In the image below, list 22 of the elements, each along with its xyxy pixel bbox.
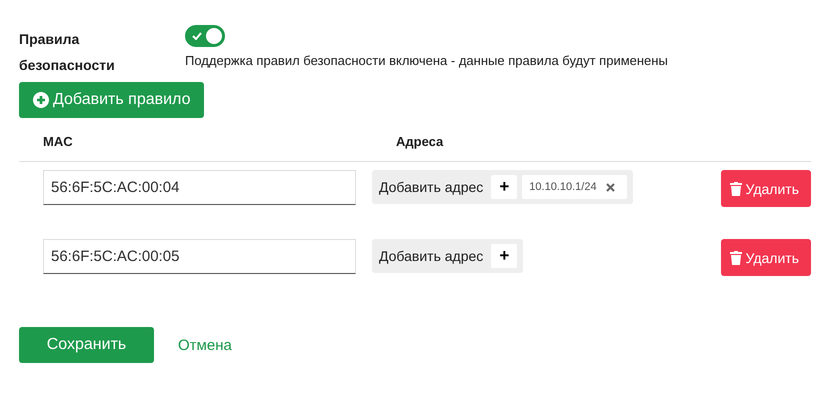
add-address-button[interactable]: + (491, 244, 518, 268)
column-header: Адреса (396, 134, 444, 149)
delete-button[interactable]: Удалить (720, 239, 811, 276)
delete-button[interactable]: Удалить (720, 170, 811, 207)
trash-icon (730, 182, 742, 196)
toggle-switch[interactable] (185, 25, 225, 47)
cancel-link[interactable]: Отмена (178, 336, 232, 354)
trash-icon (730, 250, 742, 264)
description-text: Поддержка правил безопасности включена - данные правила будут применены (185, 53, 668, 68)
section-label: Правила безопасности (19, 30, 116, 75)
address-text: 10.10.10.1/24 (529, 181, 597, 193)
save-button[interactable]: Сохранить (19, 327, 154, 363)
plus-circle-icon (33, 92, 49, 108)
column-header: MAC (43, 134, 74, 149)
add-address-button[interactable]: + (491, 175, 518, 199)
add-rule-button[interactable]: Добавить правило (19, 82, 204, 118)
mac-field[interactable]: 56:6F:5C:AC:00:04 (43, 170, 356, 205)
add-address-label: Добавить адрес (379, 179, 484, 195)
add-address-label: Добавить адрес (379, 248, 484, 264)
close-icon[interactable] (606, 182, 615, 192)
check-icon (192, 32, 202, 40)
mac-field[interactable]: 56:6F:5C:AC:00:05 (43, 239, 356, 274)
